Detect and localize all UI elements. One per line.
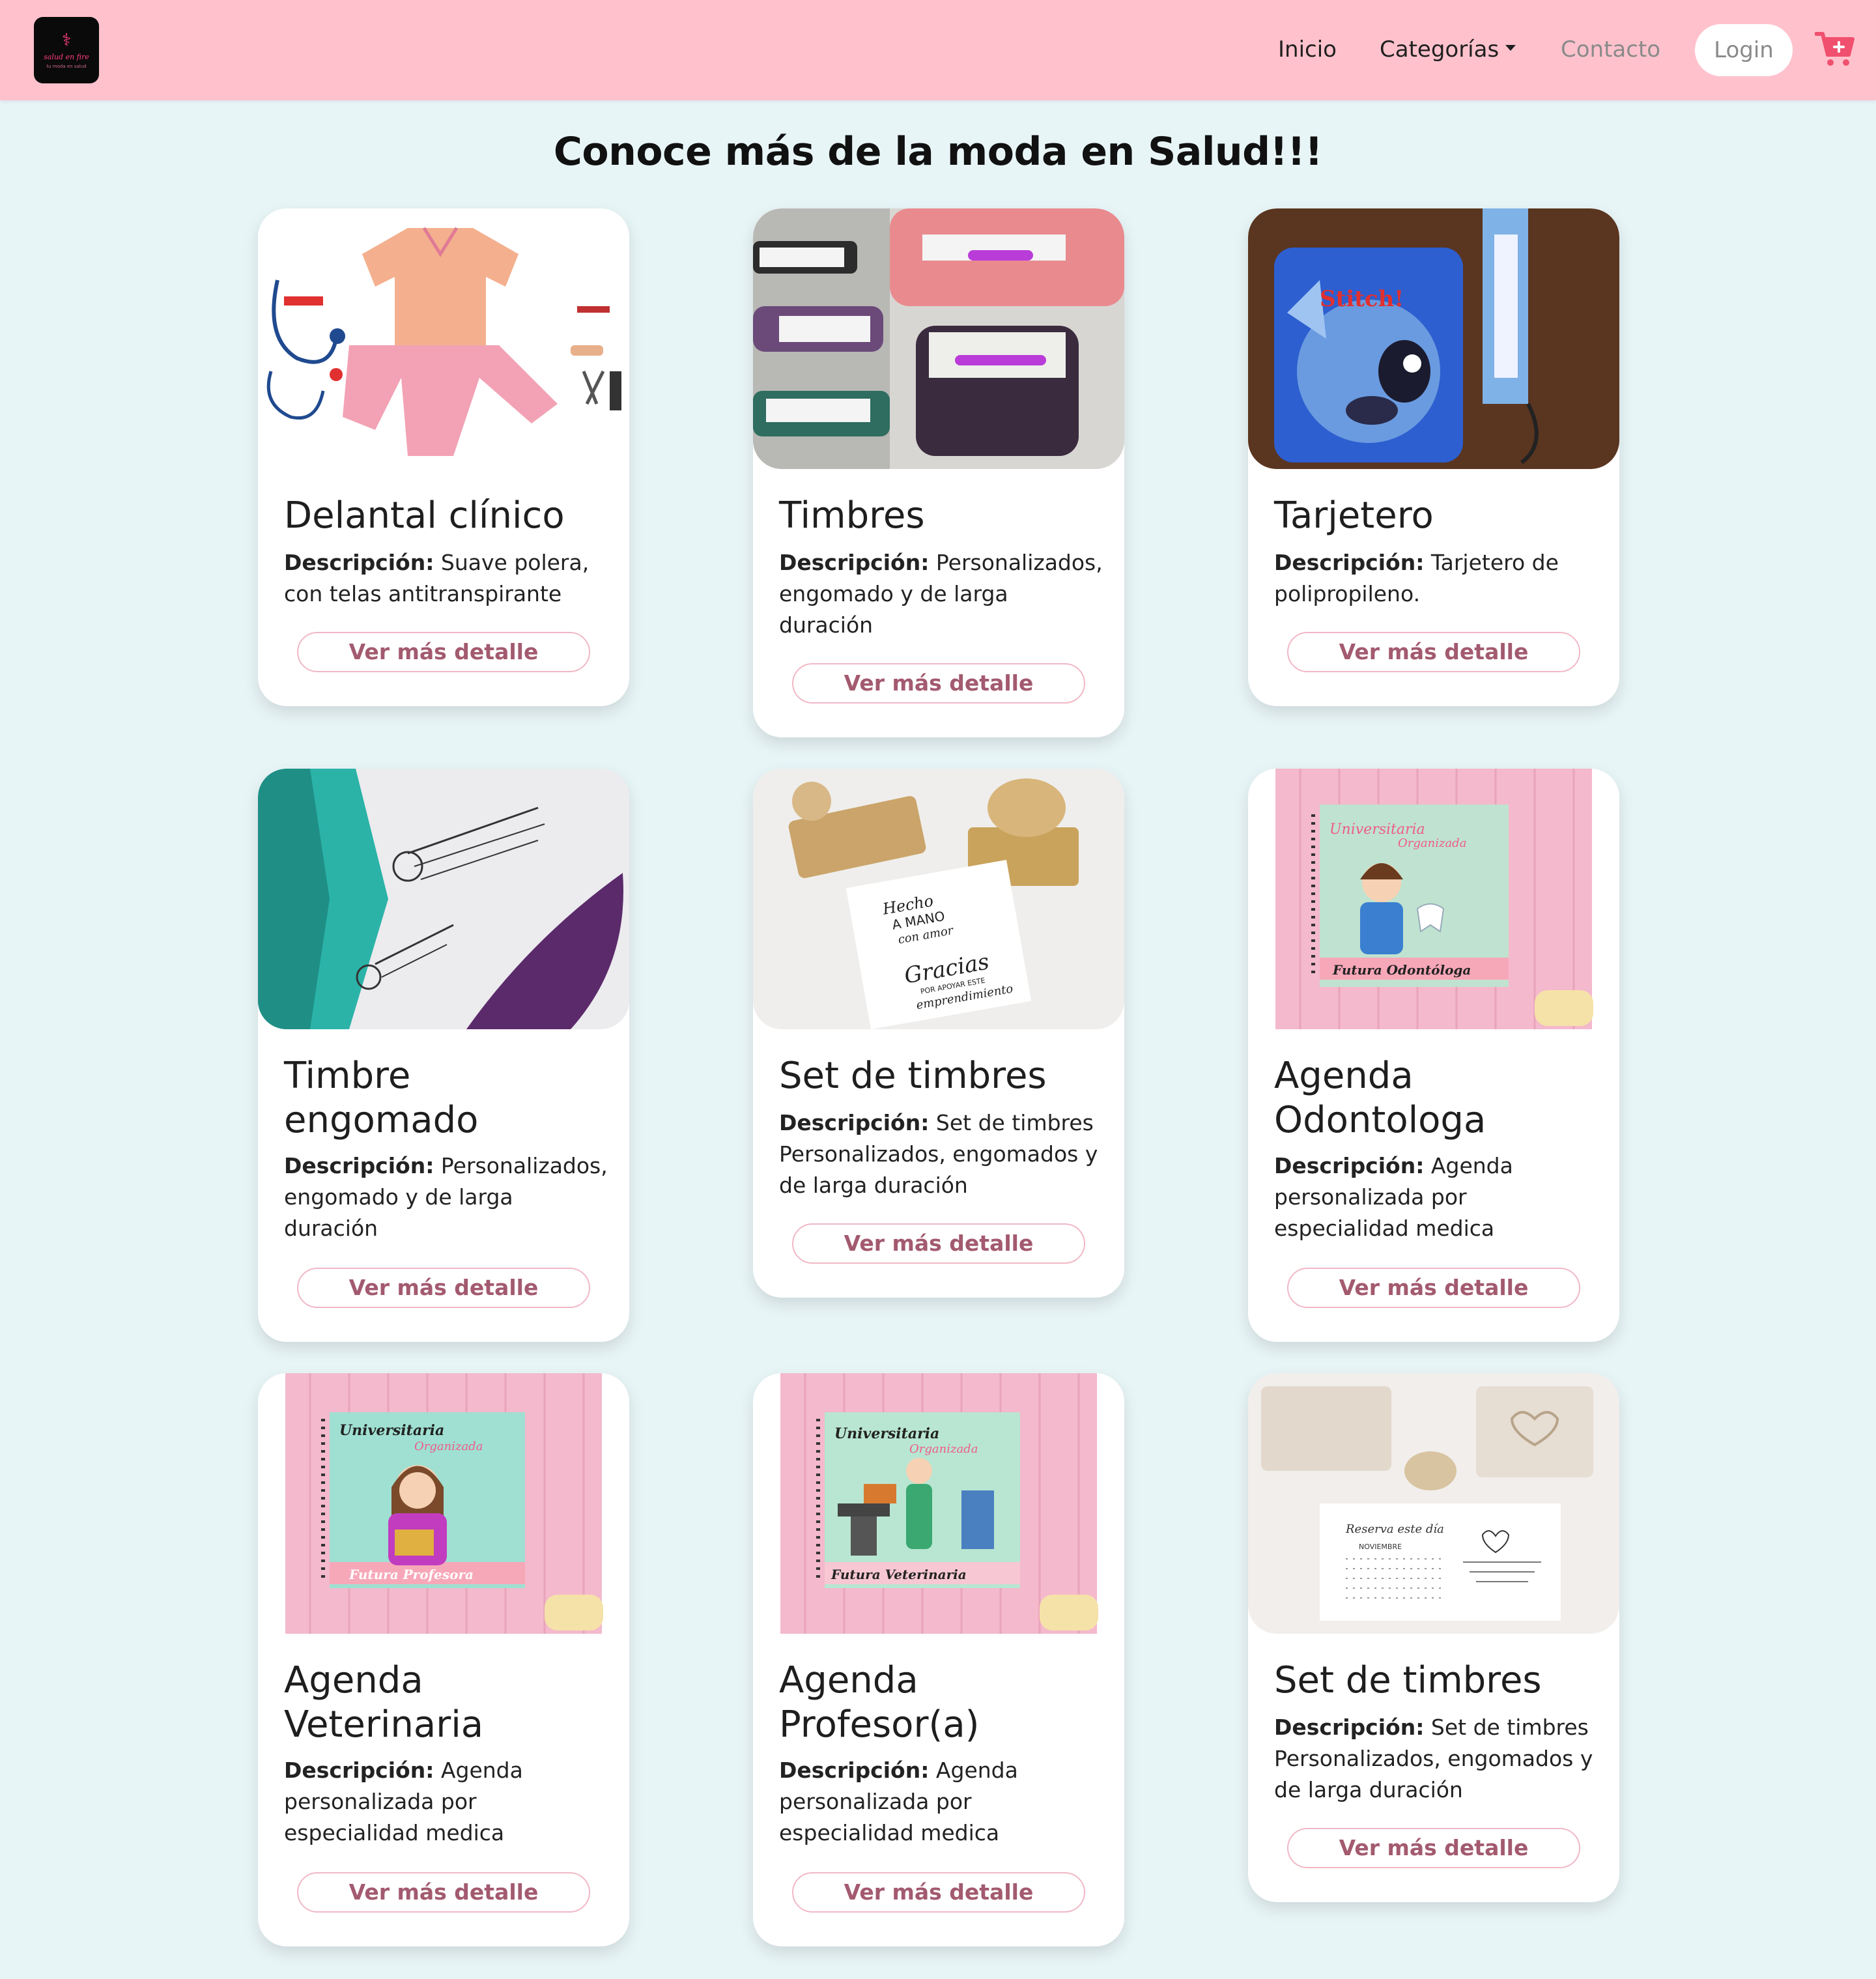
product-title: Timbre engomado bbox=[284, 1055, 479, 1141]
product-description: Descripción: Set de timbres Personalizad… bbox=[779, 1107, 1105, 1201]
svg-text:Organizada: Organizada bbox=[414, 1440, 483, 1453]
caret-down-icon bbox=[1505, 45, 1516, 51]
product-image: Universitaria Organizada Futura Veterina… bbox=[753, 1373, 1124, 1634]
stamp-set-image: Hecho A MANO con amor Gracias POR APOYAR… bbox=[753, 769, 1124, 1029]
nav-link-contacto[interactable]: Contacto bbox=[1561, 33, 1660, 66]
cart-plus-icon[interactable] bbox=[1815, 30, 1855, 68]
svg-text:Reserva este día: Reserva este día bbox=[1345, 1522, 1444, 1536]
product-description: Descripción: Suave polera, con telas ant… bbox=[284, 547, 610, 610]
nav-dropdown-categorias[interactable]: Categorías bbox=[1380, 33, 1516, 66]
product-card: Universitaria Organizada Futura Profesor… bbox=[258, 1373, 629, 1946]
product-title: Tarjetero bbox=[1274, 494, 1434, 537]
product-image: Reserva este día NOVIEMBRE bbox=[1248, 1373, 1619, 1634]
svg-text:Futura Profesora: Futura Profesora bbox=[348, 1567, 474, 1582]
logo-subtext: tu moda en salud bbox=[46, 63, 87, 69]
description-label: Descripción: bbox=[1274, 550, 1425, 575]
product-card: Timbres Descripción: Personalizados, eng… bbox=[753, 208, 1124, 737]
product-image bbox=[258, 769, 629, 1029]
view-detail-button[interactable]: Ver más detalle bbox=[297, 1268, 590, 1308]
stamps-image bbox=[753, 208, 1124, 469]
svg-text:Futura Odontóloga: Futura Odontóloga bbox=[1332, 962, 1471, 978]
agenda-veterinaria-image: Universitaria Organizada Futura Profesor… bbox=[258, 1373, 629, 1634]
nav-categorias-label: Categorías bbox=[1380, 36, 1499, 63]
product-image: Universitaria Organizada Futura Odontólo… bbox=[1248, 769, 1619, 1029]
product-image bbox=[258, 208, 629, 469]
view-detail-button[interactable]: Ver más detalle bbox=[792, 663, 1085, 704]
product-card: Stitch! Tarjetero Descripción: Tarjetero… bbox=[1248, 208, 1619, 706]
nav-link-inicio[interactable]: Inicio bbox=[1278, 33, 1337, 66]
product-image: Universitaria Organizada Futura Profesor… bbox=[258, 1373, 629, 1634]
product-title: Agenda Profesor(a) bbox=[779, 1659, 980, 1746]
product-title: Agenda Odontologa bbox=[1274, 1055, 1486, 1141]
view-detail-button[interactable]: Ver más detalle bbox=[1287, 1828, 1580, 1868]
product-title: Set de timbres bbox=[779, 1055, 1047, 1097]
svg-text:NOVIEMBRE: NOVIEMBRE bbox=[1359, 1543, 1402, 1551]
svg-text:Organizada: Organizada bbox=[909, 1442, 978, 1456]
product-description: Descripción: Set de timbres Personalizad… bbox=[1274, 1712, 1600, 1806]
product-card: Delantal clínico Descripción: Suave pole… bbox=[258, 208, 629, 706]
brand-logo[interactable]: ⚕ salud en fire tu moda en salud bbox=[34, 17, 99, 83]
description-label: Descripción: bbox=[779, 1758, 930, 1783]
stamp-set-calendar-image: Reserva este día NOVIEMBRE bbox=[1248, 1373, 1619, 1634]
product-description: Descripción: Agenda personalizada por es… bbox=[284, 1755, 610, 1849]
product-description: Descripción: Personalizados, engomado y … bbox=[779, 547, 1105, 641]
product-card: Reserva este día NOVIEMBRE Set de timbre… bbox=[1248, 1373, 1619, 1902]
description-label: Descripción: bbox=[1274, 1153, 1425, 1178]
svg-text:Universitaria: Universitaria bbox=[339, 1422, 444, 1439]
login-button[interactable]: Login bbox=[1695, 24, 1793, 76]
svg-text:Universitaria: Universitaria bbox=[1329, 821, 1425, 838]
description-label: Descripción: bbox=[284, 550, 434, 575]
description-label: Descripción: bbox=[779, 1110, 930, 1135]
caduceus-icon: ⚕ bbox=[61, 30, 72, 50]
view-detail-button[interactable]: Ver más detalle bbox=[1287, 632, 1580, 672]
product-image bbox=[753, 208, 1124, 469]
product-card: Hecho A MANO con amor Gracias POR APOYAR… bbox=[753, 769, 1124, 1298]
svg-text:Stitch!: Stitch! bbox=[1320, 286, 1404, 312]
view-detail-button[interactable]: Ver más detalle bbox=[297, 632, 590, 672]
product-card: Universitaria Organizada Futura Veterina… bbox=[753, 1373, 1124, 1946]
view-detail-button[interactable]: Ver más detalle bbox=[1287, 1268, 1580, 1308]
product-description: Descripción: Agenda personalizada por es… bbox=[1274, 1150, 1600, 1244]
agenda-profesora-image: Universitaria Organizada Futura Veterina… bbox=[753, 1373, 1124, 1634]
description-label: Descripción: bbox=[1274, 1715, 1425, 1740]
view-detail-button[interactable]: Ver más detalle bbox=[792, 1223, 1085, 1264]
agenda-odontologa-image: Universitaria Organizada Futura Odontólo… bbox=[1248, 769, 1619, 1029]
product-card: Universitaria Organizada Futura Odontólo… bbox=[1248, 769, 1619, 1342]
logo-text: salud en fire bbox=[44, 52, 89, 61]
product-description: Descripción: Tarjetero de polipropileno. bbox=[1274, 547, 1600, 610]
view-detail-button[interactable]: Ver más detalle bbox=[792, 1872, 1085, 1913]
svg-text:Universitaria: Universitaria bbox=[834, 1425, 939, 1442]
rubber-stamp-image bbox=[258, 769, 629, 1029]
page-title: Conoce más de la moda en Salud!!! bbox=[553, 129, 1323, 175]
scrubs-image bbox=[258, 208, 629, 469]
product-description: Descripción: Agenda personalizada por es… bbox=[779, 1755, 1105, 1849]
product-image: Stitch! bbox=[1248, 208, 1619, 469]
navbar: ⚕ salud en fire tu moda en salud Inicio … bbox=[0, 0, 1876, 100]
product-title: Delantal clínico bbox=[284, 494, 565, 537]
product-title: Agenda Veterinaria bbox=[284, 1659, 484, 1746]
svg-text:Futura Veterinaria: Futura Veterinaria bbox=[831, 1567, 967, 1582]
card-holder-image: Stitch! bbox=[1248, 208, 1619, 469]
product-description: Descripción: Personalizados, engomado y … bbox=[284, 1150, 610, 1244]
product-title: Set de timbres bbox=[1274, 1659, 1542, 1701]
description-label: Descripción: bbox=[284, 1758, 434, 1783]
product-card: Timbre engomado Descripción: Personaliza… bbox=[258, 769, 629, 1342]
product-title: Timbres bbox=[779, 494, 925, 537]
svg-text:Organizada: Organizada bbox=[1398, 836, 1466, 850]
view-detail-button[interactable]: Ver más detalle bbox=[297, 1872, 590, 1913]
product-image: Hecho A MANO con amor Gracias POR APOYAR… bbox=[753, 769, 1124, 1029]
description-label: Descripción: bbox=[779, 550, 930, 575]
description-label: Descripción: bbox=[284, 1153, 434, 1178]
